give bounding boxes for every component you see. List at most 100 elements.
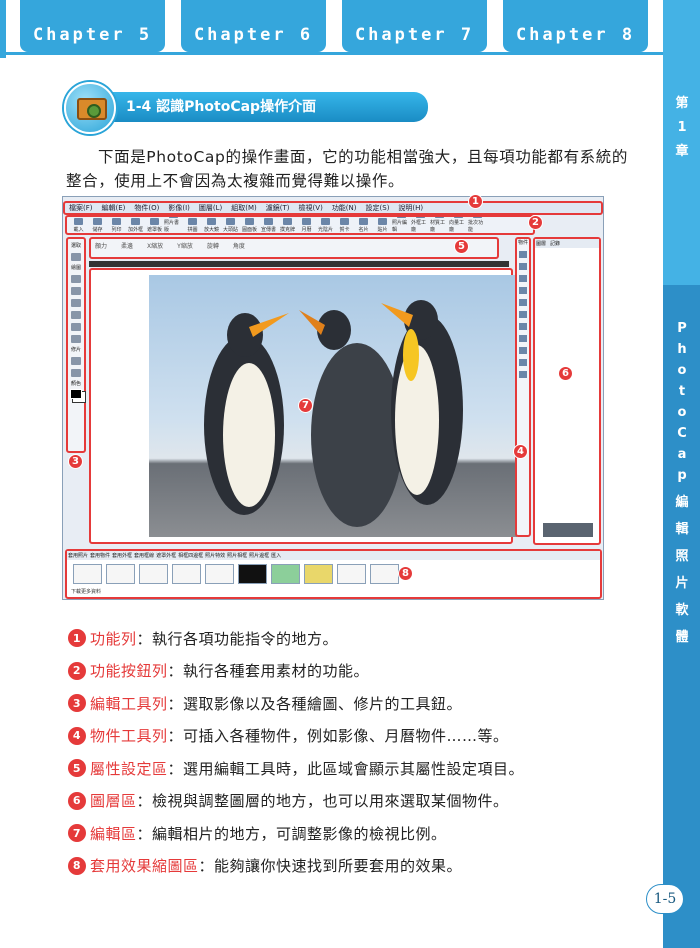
legend-desc: ：執行各種套用素材的功能。: [167, 662, 370, 681]
thumb-tab[interactable]: 套用外框: [112, 552, 132, 559]
effect-thumbnail[interactable]: [139, 564, 168, 584]
section-title: 1-4 認識PhotoCap操作介面: [106, 92, 428, 122]
thumb-tab[interactable]: 套用框線: [134, 552, 154, 559]
legend-desc: ：選取影像以及各種繪圖、修片的工具鈕。: [167, 694, 463, 713]
effect-thumbnail[interactable]: [337, 564, 366, 584]
effect-thumbnail[interactable]: [172, 564, 201, 584]
chapter-tab-5[interactable]: Chapter 5: [20, 0, 165, 52]
toolbar-button[interactable]: 照片書版: [164, 217, 183, 233]
menu-item[interactable]: 編輯(E): [102, 203, 126, 213]
photo-object-icon[interactable]: [519, 371, 527, 378]
thumb-tab[interactable]: 照片特效: [205, 552, 225, 559]
thumb-footer-link[interactable]: 下載更多資料: [67, 588, 600, 595]
menu-item[interactable]: 影像(I): [168, 203, 190, 213]
calendar-object-icon[interactable]: [519, 275, 527, 282]
legend-term: 功能按鈕列: [90, 662, 168, 681]
toolbar-button[interactable]: 列印: [107, 217, 126, 233]
toolbar-button[interactable]: 賀卡: [335, 217, 354, 233]
menu-item[interactable]: 功能(N): [332, 203, 357, 213]
callout-badge-2: 2: [528, 215, 543, 230]
thumb-tab[interactable]: 套用物件: [90, 552, 110, 559]
effect-thumbnail[interactable]: [304, 564, 333, 584]
toolbar-button[interactable]: 貼片: [373, 217, 392, 233]
effect-thumbnail[interactable]: [271, 564, 300, 584]
menu-item[interactable]: 檔案(F): [69, 203, 93, 213]
toolbar-button[interactable]: 大頭貼: [221, 217, 240, 233]
fill-tool-icon[interactable]: [71, 311, 81, 319]
toolbar-button[interactable]: 撲克牌: [278, 217, 297, 233]
chapter-tab-6[interactable]: Chapter 6: [181, 0, 326, 52]
color-swatch[interactable]: [70, 389, 82, 399]
menu-item[interactable]: 濾鏡(T): [266, 203, 290, 213]
effect-thumbnail[interactable]: [106, 564, 135, 584]
effect-thumbnail[interactable]: [238, 564, 267, 584]
sticker-object-icon[interactable]: [519, 335, 527, 342]
frame-object-icon[interactable]: [519, 287, 527, 294]
toolbar-button[interactable]: 外框工廠: [411, 217, 430, 233]
legend-term: 物件工具列: [90, 727, 168, 746]
tool-group-label: 繪圖: [70, 265, 81, 271]
eraser-tool-icon[interactable]: [71, 323, 81, 331]
shape-object-icon[interactable]: [519, 299, 527, 306]
toolbar-button[interactable]: 批次功能: [468, 217, 487, 233]
property-label: 旋轉: [206, 243, 219, 250]
toolbar-button[interactable]: 儲存: [88, 217, 107, 233]
toolbar-button[interactable]: 照片編輯: [392, 217, 411, 233]
toolbar-button[interactable]: 載入: [69, 217, 88, 233]
thumb-tab[interactable]: 遮罩外框: [156, 552, 176, 559]
side-title-char: 編: [675, 495, 689, 510]
text-object-icon[interactable]: [519, 251, 527, 258]
menu-item[interactable]: 組取(M): [231, 203, 257, 213]
stamp-tool-icon[interactable]: [71, 369, 81, 377]
toolbar-button[interactable]: 拼圖: [183, 217, 202, 233]
chapter-tab-7[interactable]: Chapter 7: [342, 0, 487, 52]
thumb-tab[interactable]: 相框四邊框: [178, 552, 203, 559]
grid-object-icon[interactable]: [519, 323, 527, 330]
page-number: 1-5: [646, 884, 684, 914]
layer-tab[interactable]: 圖層: [536, 240, 546, 247]
toolbar-button[interactable]: 加外框: [126, 217, 145, 233]
thumb-tab[interactable]: 照片邊框: [249, 552, 269, 559]
menu-item[interactable]: 物件(O): [134, 203, 159, 213]
effect-thumbnail[interactable]: [73, 564, 102, 584]
arrow-object-icon[interactable]: [519, 359, 527, 366]
side-title-char: 輯: [675, 522, 689, 537]
chapter-tab-8[interactable]: Chapter 8: [503, 0, 648, 52]
callout-badge-7: 7: [298, 398, 313, 413]
toolbar-button[interactable]: 放大鏡: [202, 217, 221, 233]
layer-tab[interactable]: 記錄: [550, 240, 560, 247]
effect-thumbnail[interactable]: [370, 564, 399, 584]
image-object-icon[interactable]: [519, 263, 527, 270]
penguin-photo: [149, 275, 517, 537]
legend-item: 1 功能列 ：執行各項功能指令的地方。: [68, 622, 648, 655]
effect-thumbnail[interactable]: [205, 564, 234, 584]
thumb-tab[interactable]: 照片相框: [227, 552, 247, 559]
eye-tool-icon[interactable]: [71, 357, 81, 365]
select-tool-icon[interactable]: [71, 253, 81, 261]
toolbar-button[interactable]: 材質工廠: [430, 217, 449, 233]
legend-desc: ：可插入各種物件，例如影像、月曆物件……等。: [167, 727, 509, 746]
toolbar-button[interactable]: 光陰片: [316, 217, 335, 233]
toolbar-button[interactable]: 向量工廠: [449, 217, 468, 233]
menu-item[interactable]: 檢視(V): [299, 203, 323, 213]
menu-item[interactable]: 圖層(L): [199, 203, 222, 213]
bubble-object-icon[interactable]: [519, 347, 527, 354]
effect-thumbnail-panel: 套用照片 套用物件 套用外框 套用框線 遮罩外框 相框四邊框 照片特效 照片相框…: [65, 549, 602, 599]
toolbar-button[interactable]: 圓面板: [240, 217, 259, 233]
line-tool-icon[interactable]: [71, 299, 81, 307]
toolbar-button[interactable]: 遮罩板: [145, 217, 164, 233]
menu-item[interactable]: 設定(S): [366, 203, 390, 213]
toolbar-button[interactable]: 名片: [354, 217, 373, 233]
legend-number: 8: [68, 856, 86, 875]
layer-thumbnail[interactable]: [543, 523, 593, 537]
toolbar-button[interactable]: 月曆: [297, 217, 316, 233]
clock-object-icon[interactable]: [519, 311, 527, 318]
thumb-tab[interactable]: 匯入: [271, 552, 281, 559]
side-title-char: 軟: [675, 603, 689, 618]
pen-tool-icon[interactable]: [71, 287, 81, 295]
menu-item[interactable]: 說明(H): [398, 203, 423, 213]
thumb-tab[interactable]: 套用照片: [68, 552, 88, 559]
toolbar-button[interactable]: 宣傳書: [259, 217, 278, 233]
brush-tool-icon[interactable]: [71, 275, 81, 283]
dropper-tool-icon[interactable]: [71, 335, 81, 343]
